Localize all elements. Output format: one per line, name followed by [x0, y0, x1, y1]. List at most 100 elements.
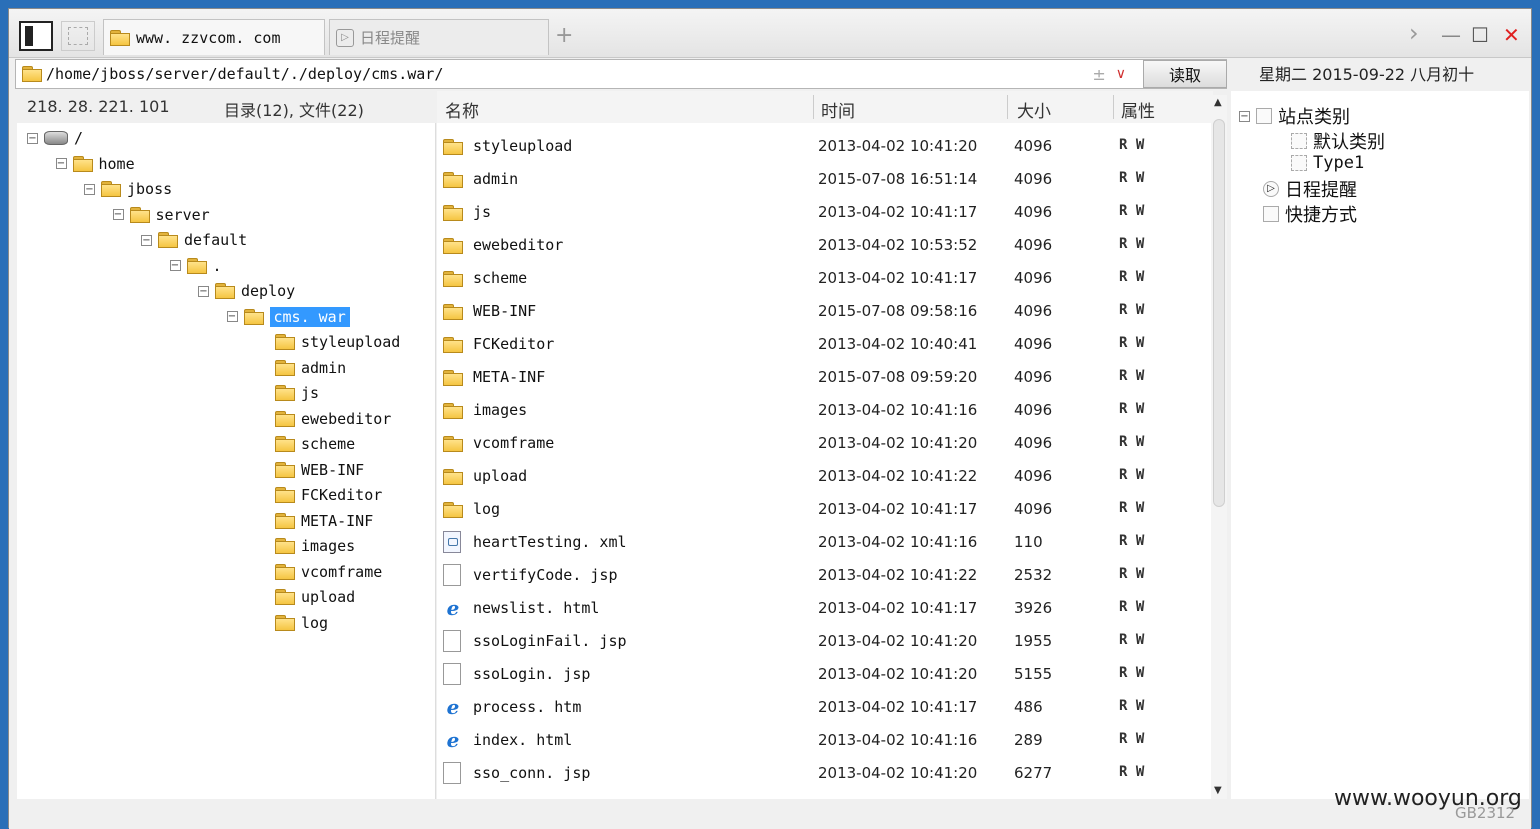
forward-arrow-icon[interactable]: ›: [1409, 19, 1419, 47]
vertical-scrollbar[interactable]: ▲ ▼: [1211, 95, 1227, 799]
file-name: WEB-INF: [473, 302, 537, 320]
tree-node[interactable]: WEB-INF: [275, 459, 364, 481]
new-tab-button[interactable]: +: [555, 23, 573, 48]
table-row[interactable]: admin 2015-07-08 16:51:14 4096 R W: [437, 163, 1211, 196]
table-row[interactable]: scheme 2013-04-02 10:41:17 4096 R W: [437, 262, 1211, 295]
folder-icon: [443, 205, 463, 221]
column-attr[interactable]: 属性: [1121, 97, 1155, 122]
table-row[interactable]: ssoLoginFail. jsp 2013-04-02 10:41:20 1955…: [437, 625, 1211, 658]
tree-node[interactable]: − home: [55, 153, 135, 175]
toggle-icon[interactable]: ±: [1092, 65, 1105, 84]
file-time: 2013-04-02 10:41:20: [818, 434, 978, 452]
collapse-icon[interactable]: −: [141, 234, 152, 246]
collapse-icon[interactable]: −: [1239, 110, 1250, 122]
tree-node[interactable]: styleupload: [275, 331, 400, 353]
blank-tab-button[interactable]: [61, 21, 95, 51]
file-time: 2015-07-08 09:58:16: [818, 302, 978, 320]
tree-node[interactable]: FCKeditor: [275, 484, 382, 506]
schedule-reminder-node[interactable]: ▷ 日程提醒: [1263, 176, 1357, 202]
collapse-icon[interactable]: −: [226, 311, 238, 322]
collapse-icon[interactable]: −: [169, 260, 181, 271]
category-type1[interactable]: Type1: [1291, 153, 1364, 173]
tab-zzvcom[interactable]: www. zzvcom. com: [103, 19, 325, 55]
file-name: ssoLoginFail. jsp: [473, 632, 627, 650]
collapse-icon[interactable]: −: [112, 209, 124, 220]
tree-node[interactable]: META-INF: [275, 510, 373, 532]
column-size[interactable]: 大小: [1017, 97, 1051, 122]
table-row[interactable]: WEB-INF 2015-07-08 09:58:16 4096 R W: [437, 295, 1211, 328]
tree-node[interactable]: js: [275, 382, 319, 404]
table-row[interactable]: ssoLogin. jsp 2013-04-02 10:41:20 5155 R W: [437, 658, 1211, 691]
maximize-button[interactable]: ☐: [1471, 23, 1489, 47]
tree-node[interactable]: upload: [275, 586, 355, 608]
category-default[interactable]: 默认类别: [1291, 128, 1385, 154]
tree-node[interactable]: − deploy: [198, 280, 295, 302]
table-row[interactable]: e process. htm 2013-04-02 10:41:17 486 R W: [437, 691, 1211, 724]
tree-node[interactable]: log: [275, 612, 328, 634]
shortcut-node[interactable]: 快捷方式: [1263, 201, 1357, 227]
date-display: 星期二 2015-09-22 八月初十: [1259, 65, 1475, 84]
tree-node-label: /: [74, 129, 84, 147]
table-row[interactable]: ewebeditor 2013-04-02 10:53:52 4096 R W: [437, 229, 1211, 262]
table-row[interactable]: log 2013-04-02 10:41:17 4096 R W: [437, 493, 1211, 526]
table-row[interactable]: vertifyCode. jsp 2013-04-02 10:41:22 2532 R…: [437, 559, 1211, 592]
tree-node[interactable]: admin: [275, 357, 346, 379]
tree-node-label: ewebeditor: [301, 409, 392, 428]
table-row[interactable]: js 2013-04-02 10:41:17 4096 R W: [437, 196, 1211, 229]
chevron-down-icon[interactable]: ∨: [1116, 66, 1126, 82]
file-name: js: [473, 203, 492, 221]
tree-node[interactable]: − jboss: [84, 178, 172, 200]
path-input[interactable]: [42, 60, 1093, 88]
tree-node[interactable]: scheme: [275, 433, 355, 455]
address-bar: ± ∨: [15, 59, 1227, 89]
panel-toggle-button[interactable]: [19, 21, 53, 51]
collapse-icon[interactable]: −: [55, 158, 67, 169]
file-time: 2013-04-02 10:41:17: [818, 599, 978, 617]
ie-icon: e: [446, 695, 460, 719]
tree-node[interactable]: − default: [141, 229, 247, 251]
table-row[interactable]: upload 2013-04-02 10:41:22 4096 R W: [437, 460, 1211, 493]
tree-node[interactable]: vcomframe: [275, 561, 382, 583]
site-category-tree: − 站点类别 默认类别 Type1 ▷ 日程提醒 快捷方式: [1231, 91, 1529, 799]
tree-node[interactable]: − cms. war: [226, 306, 350, 328]
file-time: 2013-04-02 10:40:41: [818, 335, 978, 353]
file-attr: R W: [1119, 401, 1145, 417]
table-row[interactable]: sso_conn. jsp 2013-04-02 10:41:20 6277 R W: [437, 757, 1211, 790]
file-name: admin: [473, 170, 519, 188]
table-row[interactable]: vcomframe 2013-04-02 10:41:20 4096 R W: [437, 427, 1211, 460]
read-button[interactable]: 读取: [1143, 60, 1227, 88]
tab-schedule[interactable]: ▷ 日程提醒: [329, 19, 549, 55]
file-name: images: [473, 401, 528, 419]
tree-node[interactable]: ewebeditor: [275, 408, 391, 430]
file-size: 4096: [1014, 401, 1053, 419]
scroll-up-icon[interactable]: ▲: [1214, 97, 1222, 108]
tree-node[interactable]: images: [275, 535, 355, 557]
tree-node[interactable]: − server: [112, 204, 210, 226]
scroll-thumb[interactable]: [1213, 119, 1225, 507]
site-category-root[interactable]: − 站点类别: [1239, 103, 1350, 129]
tree-node-label: scheme: [301, 435, 356, 453]
column-name[interactable]: 名称: [445, 97, 479, 122]
table-row[interactable]: heartTesting. xml 2013-04-02 10:41:16 110 R…: [437, 526, 1211, 559]
table-row[interactable]: e index. html 2013-04-02 10:41:16 289 R W: [437, 724, 1211, 757]
file-attr: R W: [1119, 434, 1145, 450]
collapse-icon[interactable]: −: [84, 183, 95, 195]
collapse-icon[interactable]: −: [27, 132, 38, 144]
category-item-icon: [1291, 133, 1307, 149]
column-time[interactable]: 时间: [821, 97, 855, 122]
minimize-button[interactable]: —: [1441, 23, 1461, 47]
folder-icon: [110, 29, 130, 46]
tree-node-label: META-INF: [301, 511, 374, 530]
table-row[interactable]: styleupload 2013-04-02 10:41:20 4096 R W: [437, 130, 1211, 163]
file-time: 2013-04-02 10:41:20: [818, 665, 978, 683]
scroll-down-icon[interactable]: ▼: [1214, 785, 1222, 796]
table-row[interactable]: e newslist. html 2013-04-02 10:41:17 3926 R …: [437, 592, 1211, 625]
table-row[interactable]: META-INF 2015-07-08 09:59:20 4096 R W: [437, 361, 1211, 394]
tree-node[interactable]: − /: [27, 127, 83, 149]
tree-node[interactable]: −.: [169, 255, 222, 277]
collapse-icon[interactable]: −: [198, 285, 209, 297]
table-row[interactable]: images 2013-04-02 10:41:16 4096 R W: [437, 394, 1211, 427]
table-row[interactable]: FCKeditor 2013-04-02 10:40:41 4096 R W: [437, 328, 1211, 361]
close-button[interactable]: ✕: [1503, 23, 1520, 47]
folder-icon: [275, 461, 295, 478]
